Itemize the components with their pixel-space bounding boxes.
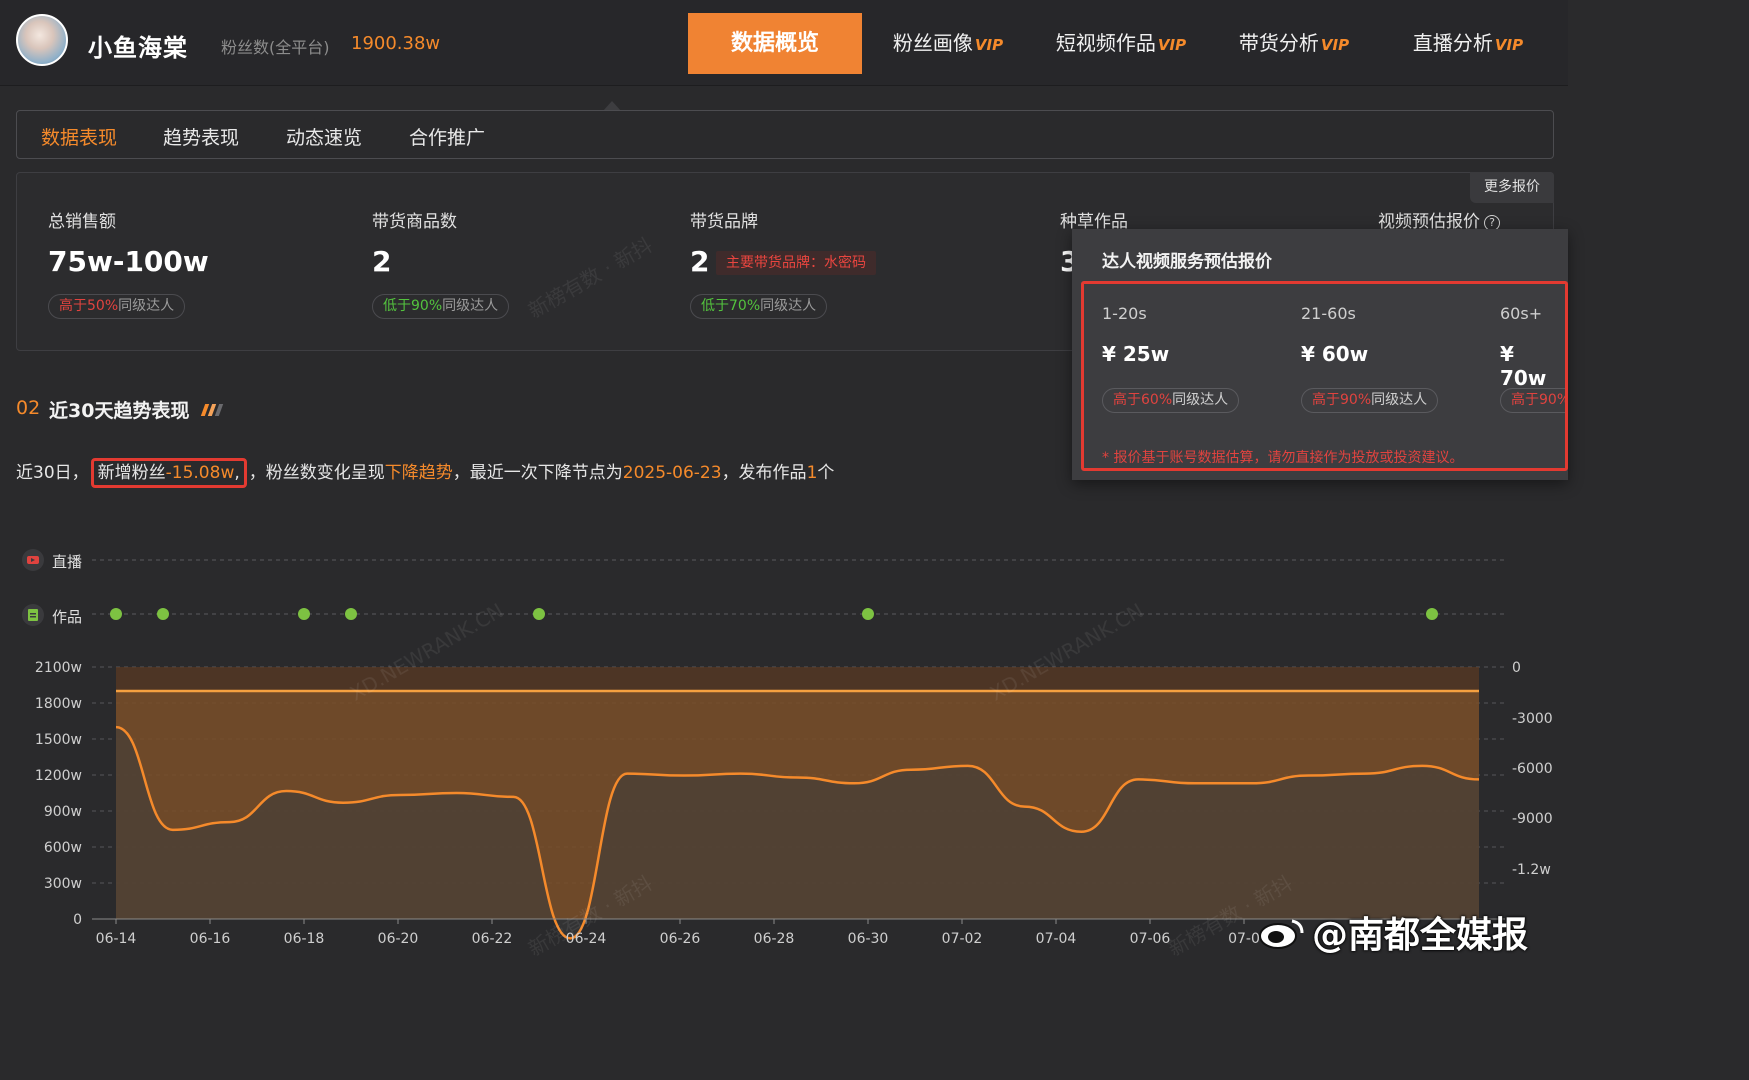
quote-box: 1-20s ¥ 25w 高于60%同级达人 21-60s ¥ 60w 高于90%…	[1081, 281, 1568, 471]
left-axis-tick: 1500w	[35, 732, 82, 748]
quote-compare-badge: 高于90%	[1500, 388, 1565, 413]
new-fans-highlight: 新增粉丝-15.08w,	[90, 458, 247, 488]
tab-fan-profile[interactable]: 粉丝画像 VIP	[878, 13, 1018, 74]
subtab-trend-performance[interactable]: 趋势表现	[163, 123, 239, 150]
section-title: 近30天趋势表现	[49, 400, 190, 422]
tab-short-video[interactable]: 短视频作品 VIP	[1040, 13, 1202, 74]
account-name: 小鱼海棠	[88, 34, 188, 62]
subtab-dynamic-overview[interactable]: 动态速览	[286, 123, 362, 150]
x-axis-tick: 07-0	[1228, 931, 1260, 947]
top-bar: 小鱼海棠 粉丝数(全平台) 1900.38w 数据概览 粉丝画像 VIP 短视频作…	[0, 0, 1568, 86]
subtab-data-performance[interactable]: 数据表现	[41, 123, 117, 150]
quote-popover: 达人视频服务预估报价 1-20s ¥ 25w 高于60%同级达人 21-60s …	[1072, 229, 1568, 480]
compare-badge: 低于90%同级达人	[372, 294, 510, 319]
compare-badge: 高于50%同级达人	[48, 294, 186, 319]
vip-badge: VIP	[1320, 36, 1350, 54]
quote-price: ¥ 60w	[1301, 342, 1369, 366]
x-axis-tick: 06-26	[660, 931, 701, 947]
left-axis-tick: 900w	[44, 804, 82, 820]
trend-chart: 2100w 1800w 1500w 1200w 900w 600w 300w 0 0 -3000 -…	[35, 559, 1553, 947]
x-axis-tick: 07-04	[1036, 931, 1077, 947]
works-marker	[157, 608, 169, 620]
right-axis-tick: 0	[1512, 660, 1521, 676]
x-axis-tick: 06-20	[378, 931, 419, 947]
weibo-watermark: @南都全媒报	[1312, 915, 1529, 956]
vip-badge: VIP	[974, 36, 1004, 54]
quote-range: 1-20s	[1102, 304, 1147, 323]
trend-summary: 近30日， 新增粉丝-15.08w, ，粉丝数变化呈现下降趋势，最近一次下降节点为2…	[16, 458, 834, 488]
tab-live-analysis[interactable]: 直播分析 VIP	[1396, 13, 1540, 74]
x-axis-tick: 07-02	[942, 931, 983, 947]
tab-data-overview[interactable]: 数据概览	[688, 13, 862, 74]
main-brand-tag: 主要带货品牌：水密码	[716, 251, 876, 275]
stat-label-brands: 带货品牌	[690, 212, 758, 232]
more-quote-button[interactable]: 更多报价	[1470, 172, 1554, 203]
works-marker	[862, 608, 874, 620]
section-decoration	[200, 401, 224, 420]
left-axis-tick: 2100w	[35, 660, 82, 676]
right-axis-tick: -3000	[1512, 711, 1553, 727]
quote-price: ¥ 70w	[1500, 342, 1547, 390]
quote-price: ¥ 25w	[1102, 342, 1170, 366]
x-axis-tick: 06-16	[190, 931, 231, 947]
fans-label: 粉丝数(全平台)	[221, 38, 330, 57]
x-axis-tick: 06-28	[754, 931, 795, 947]
x-axis-tick: 06-30	[848, 931, 889, 947]
quote-disclaimer: * 报价基于账号数据估算，请勿直接作为投放或投资建议。	[1102, 450, 1464, 466]
right-axis-tick: -1.2w	[1512, 862, 1551, 878]
stat-value-total-sales: 75w-100w	[48, 245, 209, 278]
vip-badge: VIP	[1157, 36, 1187, 54]
right-axis-tick: -6000	[1512, 761, 1553, 777]
works-marker	[1426, 608, 1438, 620]
x-axis-tick: 06-18	[284, 931, 325, 947]
stat-label-product-count: 带货商品数	[372, 212, 457, 232]
stat-value-brands: 2	[690, 245, 710, 278]
quote-compare-badge: 高于60%同级达人	[1102, 388, 1240, 413]
weibo-icon	[1259, 919, 1304, 949]
works-marker	[533, 608, 545, 620]
sub-tab-bar: 数据表现 趋势表现 动态速览 合作推广	[16, 110, 1554, 159]
works-marker	[298, 608, 310, 620]
left-axis-tick: 1200w	[35, 768, 82, 784]
fans-value: 1900.38w	[351, 33, 441, 54]
left-axis-tick: 600w	[44, 840, 82, 856]
subtab-cooperation[interactable]: 合作推广	[409, 123, 485, 150]
popover-title: 达人视频服务预估报价	[1102, 252, 1272, 272]
quote-range: 21-60s	[1301, 304, 1356, 323]
quote-compare-badge: 高于90%同级达人	[1301, 388, 1439, 413]
stat-value-product-count: 2	[372, 245, 392, 278]
works-marker	[345, 608, 357, 620]
section-number: 02	[16, 397, 41, 419]
quote-range: 60s+	[1500, 304, 1543, 323]
left-axis-tick: 300w	[44, 876, 82, 892]
left-axis-tick: 0	[73, 912, 82, 928]
x-axis-tick: 06-22	[472, 931, 513, 947]
stat-label-total-sales: 总销售额	[48, 212, 116, 232]
x-axis-tick: 06-14	[96, 931, 137, 947]
avatar[interactable]	[16, 14, 68, 66]
tab-sales-analysis[interactable]: 带货分析 VIP	[1222, 13, 1366, 74]
works-marker	[110, 608, 122, 620]
vip-badge: VIP	[1494, 36, 1524, 54]
right-axis-tick: -9000	[1512, 811, 1553, 827]
left-axis-tick: 1800w	[35, 696, 82, 712]
compare-badge: 低于70%同级达人	[690, 294, 828, 319]
